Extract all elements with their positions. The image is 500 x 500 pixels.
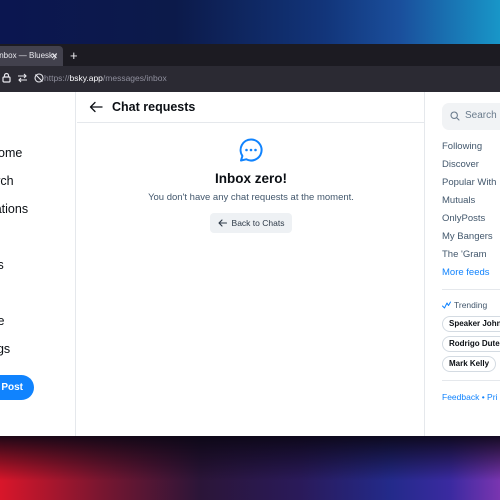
empty-subtitle: You don't have any chat requests at the …	[148, 192, 354, 203]
desktop-background-top	[0, 0, 500, 44]
chat-bubble-icon	[239, 138, 263, 162]
empty-title: Inbox zero!	[214, 171, 287, 186]
new-tab-button[interactable]: +	[70, 46, 78, 66]
footer-links[interactable]: Feedback • Pri	[442, 392, 497, 402]
permissions-icon[interactable]	[17, 73, 28, 83]
divider	[442, 380, 500, 381]
browser-tab[interactable]: Inbox — Bluesky ✕	[0, 46, 63, 66]
new-post-button[interactable]: Post	[0, 375, 34, 400]
back-arrow-icon[interactable]	[89, 100, 103, 114]
right-sidebar: Search Following Discover Popular With M…	[426, 92, 500, 436]
page-header: Chat requests	[77, 92, 425, 123]
feed-link[interactable]: Discover	[442, 159, 479, 170]
search-placeholder: Search	[465, 110, 497, 121]
tab-bar: Inbox — Bluesky ✕ +	[0, 44, 500, 66]
nav-item-notifications[interactable]: Notifications	[0, 202, 76, 216]
feed-link[interactable]: The 'Gram	[442, 249, 487, 260]
feed-link[interactable]: OnlyPosts	[442, 213, 485, 224]
tracking-protection-icon[interactable]	[34, 72, 44, 83]
empty-state: Inbox zero! You don't have any chat requ…	[77, 137, 425, 233]
feed-link[interactable]: Following	[442, 141, 482, 152]
browser-window: Inbox — Bluesky ✕ + https://bsky.app/mes…	[0, 44, 500, 436]
nav-item-settings[interactable]: Settings	[0, 342, 76, 356]
search-icon	[450, 111, 460, 121]
back-to-chats-label: Back to Chats	[231, 218, 285, 228]
divider	[442, 289, 500, 290]
lock-icon[interactable]	[2, 72, 11, 83]
search-input[interactable]: Search	[442, 103, 500, 130]
main-column: Chat requests Inbox zero! You don't have…	[77, 92, 425, 436]
tab-title: Inbox — Bluesky	[0, 51, 58, 60]
trending-icon	[442, 301, 451, 309]
left-navigation: Home Search Notifications Feeds Profile …	[0, 92, 76, 436]
desktop-background-bottom	[0, 436, 500, 500]
url-text[interactable]: https://bsky.app/messages/inbox	[44, 73, 167, 83]
trending-heading: Trending	[442, 300, 487, 310]
url-prefix: https://	[44, 73, 70, 83]
nav-item-home[interactable]: Home	[0, 146, 76, 160]
address-bar[interactable]: https://bsky.app/messages/inbox	[0, 66, 500, 92]
nav-item-search[interactable]: Search	[0, 174, 76, 188]
bluesky-page: Home Search Notifications Feeds Profile …	[0, 92, 500, 436]
feed-link[interactable]: Mutuals	[442, 195, 475, 206]
arrow-left-icon	[217, 219, 227, 227]
nav-item-profile[interactable]: Profile	[0, 314, 76, 328]
feed-link[interactable]: Popular With	[442, 177, 496, 188]
tab-close-icon[interactable]: ✕	[50, 46, 58, 66]
trending-chip[interactable]: Mark Kelly	[442, 356, 497, 372]
page-title: Chat requests	[112, 100, 196, 114]
trending-chip[interactable]: Rodrigo Dute	[442, 336, 500, 352]
url-domain: bsky.app	[69, 73, 103, 83]
trending-chip[interactable]: Speaker John	[442, 316, 500, 332]
feed-link[interactable]: My Bangers	[442, 231, 493, 242]
back-to-chats-button[interactable]: Back to Chats	[209, 213, 293, 233]
nav-item-feeds[interactable]: Feeds	[0, 258, 76, 272]
more-feeds-link[interactable]: More feeds	[442, 267, 490, 278]
url-path: /messages/inbox	[102, 73, 167, 83]
